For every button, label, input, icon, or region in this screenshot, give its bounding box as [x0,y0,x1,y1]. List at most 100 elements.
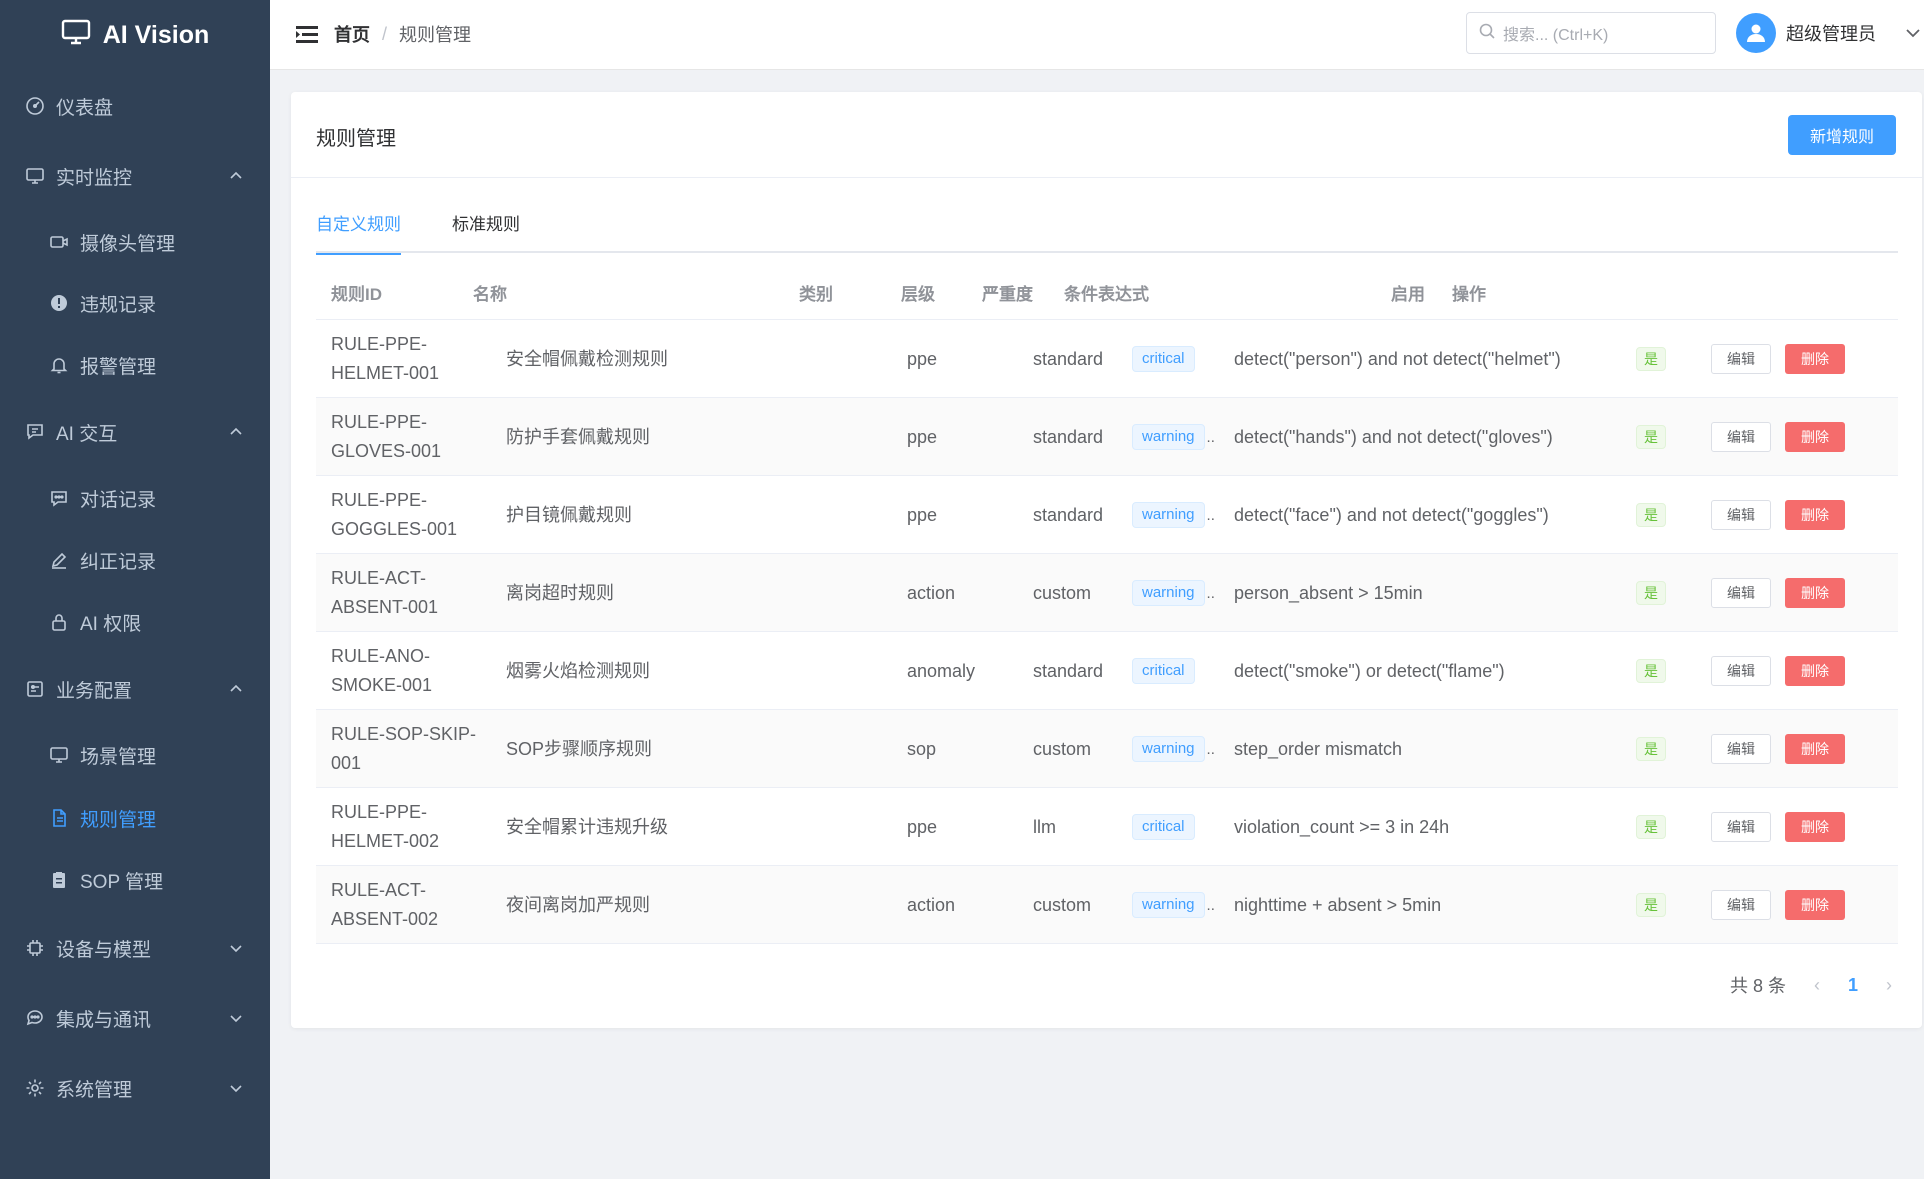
sidebar-item[interactable]: 集成与通讯 [0,990,270,1046]
cell-rule-id: RULE-ACT-ABSENT-002 [331,880,439,929]
avatar[interactable] [1736,13,1776,53]
column-header-name[interactable]: 名称 [473,280,507,305]
menu-toggle-icon[interactable] [296,24,318,44]
column-header-category[interactable]: 类别 [799,280,833,305]
edit-button[interactable]: 编辑 [1711,734,1771,764]
cell-rule-id: RULE-ANO-SMOKE-001 [331,646,433,695]
cell-enabled: 是 [1636,554,1696,632]
sidebar-item[interactable]: 规则管理 [0,790,270,846]
sidebar-item[interactable]: 仪表盘 [0,78,270,134]
table-header: 规则ID 名称 类别 层级 严重度 条件表达式 启用 操作 [316,266,1898,320]
next-page-button[interactable]: › [1886,975,1892,996]
prev-page-button[interactable]: ‹ [1814,975,1820,996]
chevron-down-icon [228,940,244,956]
chevron-up-icon [228,424,244,440]
sidebar-item[interactable]: 报警管理 [0,337,270,393]
cell-condition: detect("smoke") or detect("flame") [1234,660,1505,681]
sidebar-item[interactable]: SOP 管理 [0,852,270,908]
cell-actions: 编辑 删除 [1711,554,1891,632]
sidebar-item[interactable]: 摄像头管理 [0,214,270,270]
camera-icon [48,231,70,253]
cell-condition: detect("hands") and not detect("gloves") [1234,426,1553,447]
delete-button[interactable]: 删除 [1785,734,1845,764]
column-header-actions: 操作 [1452,285,1486,304]
sidebar-item-label: 仪表盘 [56,97,114,119]
sidebar-item[interactable]: AI 交互 [0,404,270,460]
cell-enabled: 是 [1636,710,1696,788]
rules-card: 规则管理 新增规则 自定义规则 标准规则 规则ID 名称 类别 层级 严重度 条… [291,92,1922,1028]
column-header-condition[interactable]: 条件表达式 [1064,280,1149,305]
edit-button[interactable]: 编辑 [1711,812,1771,842]
cell-level: custom [1033,738,1092,759]
cell-severity: warning.. [1132,710,1226,788]
delete-button[interactable]: 删除 [1785,656,1845,686]
sidebar-item[interactable]: 纠正记录 [0,532,270,588]
tab-standard-rules[interactable]: 标准规则 [452,210,520,253]
monitor-icon [24,165,46,187]
table-row: RULE-ANO-SMOKE-001 烟雾火焰检测规则 anomaly standar… [316,632,1898,710]
sidebar-item-label: 场景管理 [80,746,157,768]
sidebar-item-label: 实时监控 [56,167,133,189]
delete-button[interactable]: 删除 [1785,344,1845,374]
cell-actions: 编辑 删除 [1711,320,1891,398]
add-rule-button[interactable]: 新增规则 [1788,115,1896,155]
delete-button[interactable]: 删除 [1785,422,1845,452]
cell-severity: warning.. [1132,554,1226,632]
user-name: 超级管理员 [1786,24,1876,44]
sidebar-item[interactable]: 场景管理 [0,727,270,783]
search-input[interactable]: 搜索... (Ctrl+K) [1466,12,1716,54]
delete-button[interactable]: 删除 [1785,890,1845,920]
enabled-badge: 是 [1636,737,1666,761]
cell-level: standard [1033,348,1104,369]
alert-circle-icon [48,292,70,314]
page-number-current[interactable]: 1 [1848,975,1858,996]
cell-level: standard [1033,504,1104,525]
pagination-total: 共 8 条 [1729,976,1786,996]
sidebar-item[interactable]: 系统管理 [0,1060,270,1116]
cell-enabled: 是 [1636,632,1696,710]
edit-button[interactable]: 编辑 [1711,344,1771,374]
sidebar-item[interactable]: 设备与模型 [0,920,270,976]
cell-rule-id: RULE-SOP-SKIP-001 [331,724,477,773]
cell-condition: violation_count >= 3 in 24h [1234,816,1450,837]
user-menu[interactable]: 超级管理员 [1736,13,1922,53]
cpu-icon [24,937,46,959]
column-header-level[interactable]: 层级 [901,280,935,305]
tab-custom-rules[interactable]: 自定义规则 [316,210,401,255]
edit-button[interactable]: 编辑 [1711,890,1771,920]
cell-category: anomaly [907,660,976,681]
column-header-id[interactable]: 规则ID [331,280,382,305]
enabled-badge: 是 [1636,815,1666,839]
brand[interactable]: AI Vision [0,0,270,70]
edit-button[interactable]: 编辑 [1711,656,1771,686]
sidebar-item[interactable]: AI 权限 [0,594,270,650]
cell-rule-id: RULE-ACT-ABSENT-001 [331,568,439,617]
edit-button[interactable]: 编辑 [1711,578,1771,608]
cell-condition: detect("person") and not detect("helmet"… [1234,348,1561,369]
cell-level: custom [1033,894,1092,915]
chevron-down-icon [228,1080,244,1096]
cell-rule-name: 离岗超时规则 [506,582,614,603]
edit-pen-icon [48,549,70,571]
cell-condition: step_order mismatch [1234,738,1403,759]
sidebar-item[interactable]: 违规记录 [0,275,270,331]
delete-button[interactable]: 删除 [1785,500,1845,530]
enabled-badge: 是 [1636,503,1666,527]
edit-button[interactable]: 编辑 [1711,500,1771,530]
sidebar-item[interactable]: 实时监控 [0,148,270,204]
breadcrumb-home[interactable]: 首页 [334,21,370,47]
edit-button[interactable]: 编辑 [1711,422,1771,452]
column-header-enabled[interactable]: 启用 [1391,280,1425,305]
sidebar-item-label: AI 交互 [56,423,118,445]
sidebar-item[interactable]: 对话记录 [0,470,270,526]
column-header-severity[interactable]: 严重度 [982,280,1033,305]
enabled-badge: 是 [1636,659,1666,683]
cell-rule-name: 安全帽佩戴检测规则 [506,348,668,369]
chevron-down-icon[interactable] [1904,24,1922,42]
delete-button[interactable]: 删除 [1785,578,1845,608]
chevron-up-icon [228,168,244,184]
sidebar-item-label: 报警管理 [80,356,157,378]
sidebar-item[interactable]: 业务配置 [0,661,270,717]
cell-severity: warning.. [1132,476,1226,554]
delete-button[interactable]: 删除 [1785,812,1845,842]
